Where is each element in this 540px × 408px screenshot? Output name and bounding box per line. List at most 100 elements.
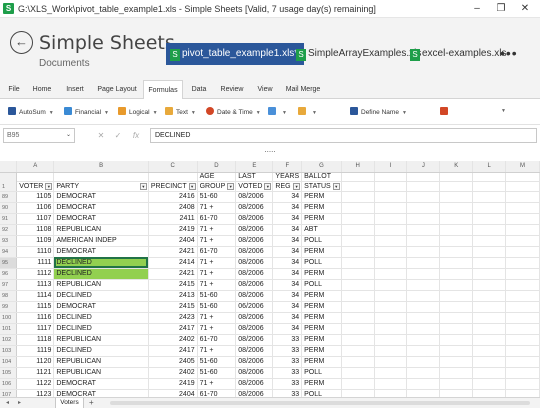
cell[interactable] xyxy=(505,172,540,182)
cell[interactable] xyxy=(374,334,408,346)
formula-input[interactable]: DECLINED xyxy=(150,128,537,143)
cell[interactable] xyxy=(505,389,540,397)
cell[interactable] xyxy=(439,312,474,324)
cell[interactable] xyxy=(472,378,507,390)
column-header-g[interactable]: G xyxy=(301,161,342,173)
tab-file[interactable]: File xyxy=(4,80,24,99)
cell-years-reg[interactable]: 34 xyxy=(272,301,303,313)
add-sheet-button[interactable]: + xyxy=(89,398,94,408)
cell-age-group[interactable]: 71 + xyxy=(197,235,237,247)
cell-ballot-status[interactable]: PERM xyxy=(301,301,342,313)
cell[interactable] xyxy=(341,172,375,182)
cell[interactable] xyxy=(439,181,474,192)
cell-voter[interactable]: 1115 xyxy=(16,301,55,313)
row-header[interactable]: 105 xyxy=(0,367,18,379)
cell[interactable] xyxy=(472,257,507,269)
row-header[interactable]: 92 xyxy=(0,224,18,236)
column-header-j[interactable]: J xyxy=(406,161,441,173)
cell[interactable] xyxy=(439,323,474,335)
cell[interactable] xyxy=(374,290,408,302)
cell-ballot-status[interactable]: PERM xyxy=(301,191,342,203)
cell[interactable] xyxy=(341,389,375,397)
cell[interactable] xyxy=(439,389,474,397)
cell[interactable] xyxy=(374,323,408,335)
cell-precinct[interactable]: 2417 xyxy=(148,345,198,357)
cell-years-reg[interactable]: 34 xyxy=(272,323,303,335)
cell-ballot-status[interactable]: POLL xyxy=(301,367,342,379)
cell-party[interactable]: REPUBLICAN xyxy=(53,356,149,368)
cell-party[interactable]: DEMOCRAT xyxy=(53,213,149,225)
filter-dropdown-icon[interactable]: ▼ xyxy=(139,182,147,190)
file-tab-pivot-table-example1[interactable]: Spivot_table_example1.xls* xyxy=(166,43,305,65)
cell-precinct[interactable]: 2404 xyxy=(148,235,198,247)
row-header[interactable]: 97 xyxy=(0,279,18,291)
cell-voter[interactable]: 1123 xyxy=(16,389,55,397)
filter-dropdown-icon[interactable]: ▼ xyxy=(293,182,301,190)
cell[interactable] xyxy=(472,172,507,182)
cell-last-voted[interactable]: 08/2006 xyxy=(235,224,274,236)
cell[interactable] xyxy=(439,334,474,346)
cell-years-reg[interactable]: 34 xyxy=(272,191,303,203)
cell[interactable] xyxy=(406,181,441,192)
lookup-button[interactable]: ▼ xyxy=(268,107,287,116)
cell-precinct[interactable]: 2413 xyxy=(148,290,198,302)
define-name-button[interactable]: Define Name ▼ xyxy=(350,107,407,116)
cell[interactable] xyxy=(439,367,474,379)
column-header-l[interactable]: L xyxy=(472,161,507,173)
cell-ballot-status[interactable]: POLL xyxy=(301,389,342,397)
row-header[interactable]: 107 xyxy=(0,389,18,397)
cell-voter[interactable]: 1112 xyxy=(16,268,55,280)
name-box[interactable]: B95 ⌄ xyxy=(3,128,75,143)
cell[interactable] xyxy=(374,257,408,269)
cell[interactable] xyxy=(374,356,408,368)
cell-party[interactable]: REPUBLICAN xyxy=(53,334,149,346)
row-header[interactable]: 102 xyxy=(0,334,18,346)
cell-years-reg[interactable]: 34 xyxy=(272,312,303,324)
cell-ballot-status[interactable]: PERM xyxy=(301,323,342,335)
cell[interactable] xyxy=(374,378,408,390)
cell[interactable] xyxy=(406,334,441,346)
cell-precinct[interactable]: 2414 xyxy=(148,257,198,269)
cell[interactable] xyxy=(505,235,540,247)
cancel-formula-button[interactable]: ✕ xyxy=(93,128,109,143)
cell-party[interactable]: DECLINED xyxy=(53,257,149,269)
cell-age-group[interactable]: 71 + xyxy=(197,257,237,269)
cell[interactable] xyxy=(406,279,441,291)
cell[interactable] xyxy=(439,290,474,302)
cell[interactable] xyxy=(505,301,540,313)
more-functions-button[interactable]: ▼ xyxy=(498,107,506,114)
header-cell[interactable]: AGE xyxy=(197,172,237,182)
cell-years-reg[interactable]: 34 xyxy=(272,290,303,302)
cell[interactable] xyxy=(505,191,540,203)
cell[interactable] xyxy=(439,345,474,357)
tab-data[interactable]: Data xyxy=(188,80,210,99)
cell[interactable] xyxy=(439,301,474,313)
cell[interactable] xyxy=(472,246,507,258)
cell[interactable] xyxy=(505,257,540,269)
cell-voter[interactable]: 1119 xyxy=(16,345,55,357)
header-cell-last-voted[interactable]: VOTED ▼ xyxy=(235,181,274,192)
filter-dropdown-icon[interactable]: ▼ xyxy=(264,182,272,190)
cell[interactable] xyxy=(472,181,507,192)
cell-years-reg[interactable]: 33 xyxy=(272,378,303,390)
cell[interactable] xyxy=(472,345,507,357)
cell[interactable] xyxy=(374,279,408,291)
cell-precinct[interactable]: 2419 xyxy=(148,378,198,390)
cell-party[interactable]: DECLINED xyxy=(53,290,149,302)
cell-age-group[interactable]: 61-70 xyxy=(197,389,237,397)
cell[interactable] xyxy=(341,334,375,346)
cell[interactable] xyxy=(374,367,408,379)
back-button[interactable]: ← xyxy=(10,31,33,54)
cell[interactable] xyxy=(472,224,507,236)
cell-precinct[interactable]: 2416 xyxy=(148,191,198,203)
close-button[interactable]: ✕ xyxy=(514,2,536,16)
header-cell[interactable]: LAST xyxy=(235,172,274,182)
cell[interactable] xyxy=(374,172,408,182)
row-header[interactable]: 89 xyxy=(0,191,18,203)
cell-precinct[interactable]: 2421 xyxy=(148,268,198,280)
column-header-f[interactable]: F xyxy=(272,161,303,173)
cell-precinct[interactable]: 2408 xyxy=(148,202,198,214)
sheet-tab-voters[interactable]: Voters xyxy=(55,398,84,408)
cell[interactable] xyxy=(439,235,474,247)
filter-dropdown-icon[interactable]: ▼ xyxy=(45,182,53,190)
